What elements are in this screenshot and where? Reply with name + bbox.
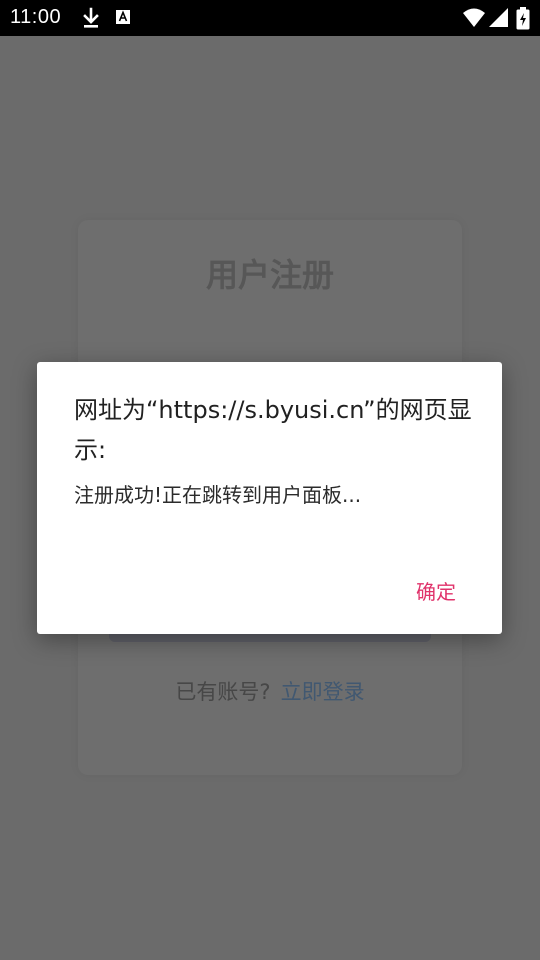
signal-icon xyxy=(488,7,510,33)
a-notification-icon xyxy=(115,7,131,31)
ok-button[interactable]: 确定 xyxy=(402,574,470,610)
alert-dialog: 网址为“https://s.byusi.cn”的网页显示: 注册成功!正在跳转到… xyxy=(37,362,502,634)
page-title: 用户注册 xyxy=(205,256,334,294)
dialog-title: 网址为“https://s.byusi.cn”的网页显示: xyxy=(74,396,472,464)
login-prompt: 已有账号? xyxy=(175,680,271,704)
status-bar: 11:00 xyxy=(0,0,540,36)
battery-icon xyxy=(516,7,530,35)
wifi-icon xyxy=(462,7,486,33)
dialog-message: 注册成功!正在跳转到用户面板... xyxy=(74,483,362,507)
download-icon xyxy=(82,7,100,33)
status-time: 11:00 xyxy=(10,6,62,28)
login-row: 已有账号? 立即登录 xyxy=(0,676,540,706)
login-link[interactable]: 立即登录 xyxy=(281,680,365,704)
